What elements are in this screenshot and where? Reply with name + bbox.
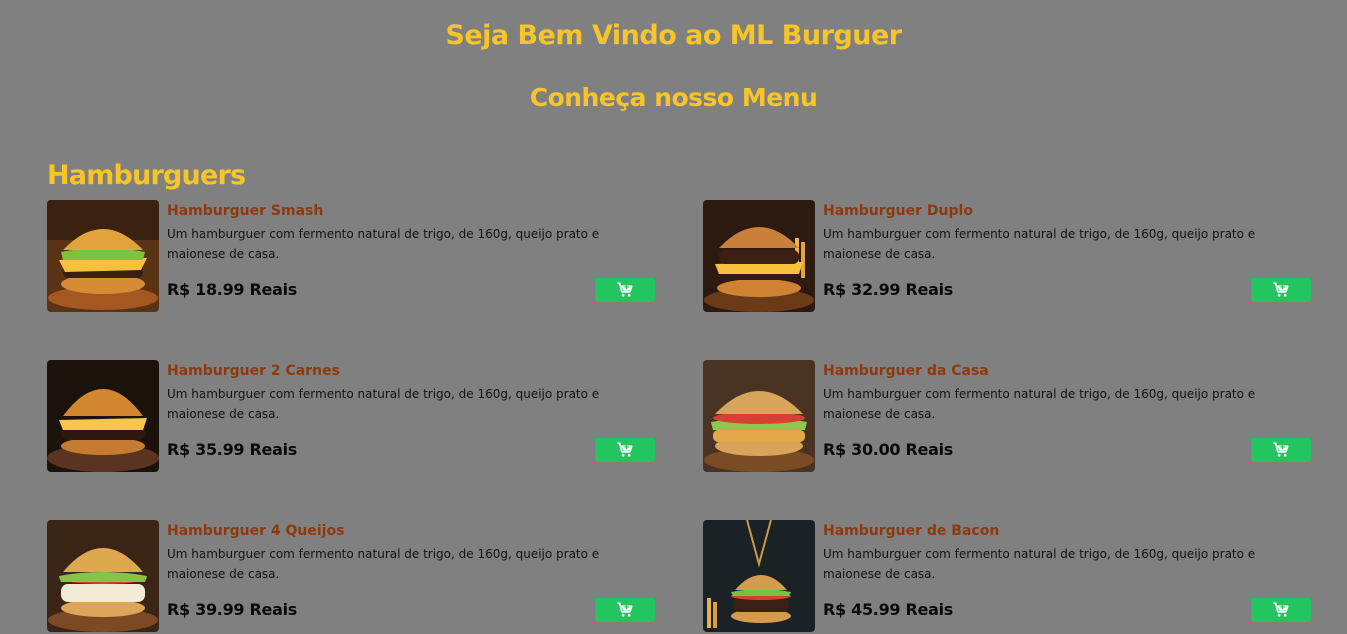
add-to-cart-icon <box>1270 601 1292 619</box>
item-description: Um hamburguer com fermento natural de tr… <box>167 387 600 421</box>
burger-da-casa-image <box>703 360 815 472</box>
item-name: Hamburguer Smash <box>167 203 324 219</box>
section-title-hamburguers: Hamburguers <box>47 160 246 192</box>
menu-item: Hamburguer da Casa Um hamburguer com fer… <box>703 360 1313 472</box>
burger-duplo-image <box>703 200 815 312</box>
item-name: Hamburguer da Casa <box>823 363 989 379</box>
item-price: R$ 32.99 Reais <box>823 280 953 299</box>
item-description: Um hamburguer com fermento natural de tr… <box>823 387 1256 421</box>
burger-4-queijos-image <box>47 520 159 632</box>
menu-item: Hamburguer 2 Carnes Um hamburguer com fe… <box>47 360 657 472</box>
add-to-cart-icon <box>614 441 636 459</box>
menu-item: Hamburguer de Bacon Um hamburguer com fe… <box>703 520 1313 632</box>
item-price: R$ 30.00 Reais <box>823 440 953 459</box>
burger-bacon-image <box>703 520 815 632</box>
add-to-cart-icon <box>614 281 636 299</box>
add-to-cart-button[interactable] <box>1251 438 1311 462</box>
menu-heading: Conheça nosso Menu <box>529 82 818 112</box>
item-name: Hamburguer 4 Queijos <box>167 523 345 539</box>
add-to-cart-icon <box>1270 281 1292 299</box>
item-name: Hamburguer Duplo <box>823 203 973 219</box>
menu-item: Hamburguer 4 Queijos Um hamburguer com f… <box>47 520 657 632</box>
item-price: R$ 39.99 Reais <box>167 600 297 619</box>
burger-2-carnes-image <box>47 360 159 472</box>
add-to-cart-button[interactable] <box>1251 598 1311 622</box>
item-price: R$ 35.99 Reais <box>167 440 297 459</box>
add-to-cart-icon <box>1270 441 1292 459</box>
item-name: Hamburguer de Bacon <box>823 523 1000 539</box>
welcome-heading: Seja Bem Vindo ao ML Burguer <box>445 20 902 52</box>
add-to-cart-button[interactable] <box>595 598 655 622</box>
item-description: Um hamburguer com fermento natural de tr… <box>823 227 1256 261</box>
item-description: Um hamburguer com fermento natural de tr… <box>167 547 600 581</box>
add-to-cart-button[interactable] <box>595 438 655 462</box>
burger-smash-image <box>47 200 159 312</box>
menu-item: Hamburguer Smash Um hamburguer com ferme… <box>47 200 657 312</box>
item-name: Hamburguer 2 Carnes <box>167 363 340 379</box>
add-to-cart-icon <box>614 601 636 619</box>
item-description: Um hamburguer com fermento natural de tr… <box>823 547 1256 581</box>
item-price: R$ 45.99 Reais <box>823 600 953 619</box>
item-price: R$ 18.99 Reais <box>167 280 297 299</box>
add-to-cart-button[interactable] <box>1251 278 1311 302</box>
item-description: Um hamburguer com fermento natural de tr… <box>167 227 600 261</box>
menu-item: Hamburguer Duplo Um hamburguer com ferme… <box>703 200 1313 312</box>
add-to-cart-button[interactable] <box>595 278 655 302</box>
